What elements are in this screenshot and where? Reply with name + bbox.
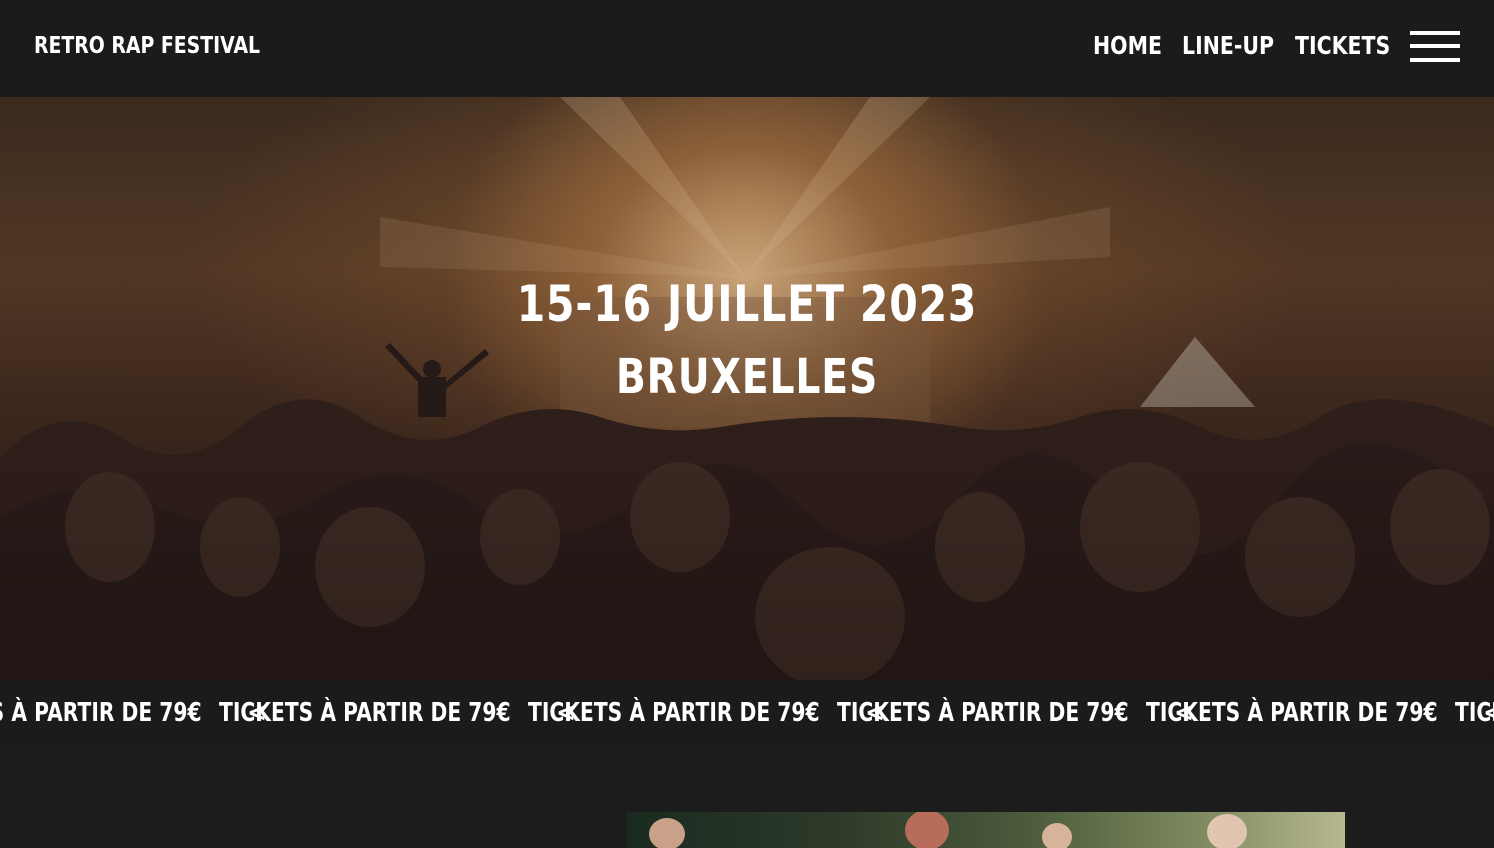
ticker-text: TICKETS À PARTIR DE 79€: [1455, 698, 1494, 728]
festival-photo: [627, 812, 1345, 848]
event-city: BRUXELLES: [615, 349, 879, 405]
ticker-track: TICKETS À PARTIR DE 79€ < TICKETS À PART…: [0, 698, 1494, 728]
ticker-item: TICKETS À PARTIR DE 79€ <: [528, 698, 885, 728]
ticker-item: TICKETS À PARTIR DE 79€: [1455, 698, 1494, 728]
ticker-item: TICKETS À PARTIR DE 79€ <: [837, 698, 1194, 728]
ticker-text: TICKETS À PARTIR DE 79€: [0, 698, 202, 728]
nav-line-up[interactable]: LINE-UP: [1182, 31, 1274, 60]
nav-tickets[interactable]: TICKETS: [1295, 31, 1390, 60]
event-date: 15-16 JUILLET 2023: [516, 275, 978, 333]
festival-photo-graphic: [649, 812, 1247, 848]
ticker-banner: TICKETS À PARTIR DE 79€ < TICKETS À PART…: [0, 680, 1494, 750]
hero-section: 15-16 JUILLET 2023 BRUXELLES: [0, 97, 1494, 680]
nav-links: HOME LINE-UP TICKETS: [0, 0, 1494, 97]
ticker-item: TICKETS À PARTIR DE 79€ <: [0, 698, 267, 728]
ticker-text: TICKETS À PARTIR DE 79€: [837, 698, 1129, 728]
hamburger-menu-icon[interactable]: [1410, 31, 1460, 63]
navbar: RETRO RAP FESTIVAL HOME LINE-UP TICKETS: [0, 0, 1494, 97]
ticker-text: TICKETS À PARTIR DE 79€: [219, 698, 511, 728]
ticker-text: TICKETS À PARTIR DE 79€: [1146, 698, 1438, 728]
ticker-text: TICKETS À PARTIR DE 79€: [528, 698, 820, 728]
ticker-item: TICKETS À PARTIR DE 79€ <: [1146, 698, 1494, 728]
nav-home[interactable]: HOME: [1093, 31, 1162, 60]
ticker-item: TICKETS À PARTIR DE 79€ <: [219, 698, 576, 728]
